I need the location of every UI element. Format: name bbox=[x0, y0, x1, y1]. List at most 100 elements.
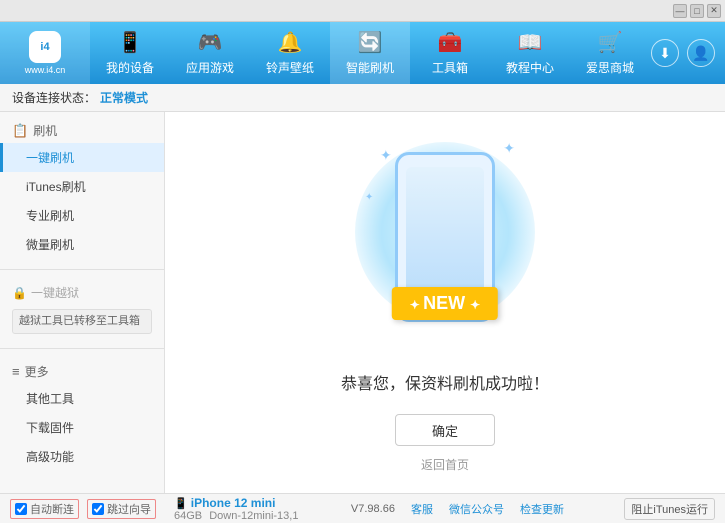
sidebar-section-more: ≡ 更多 其他工具 下载固件 高级功能 bbox=[0, 353, 164, 477]
auto-close-label: 自动断连 bbox=[30, 501, 74, 517]
device-storage: 64GB bbox=[174, 510, 202, 522]
device-firmware: Down-12mini-13,1 bbox=[209, 510, 298, 522]
device-icon: 📱 bbox=[174, 498, 188, 510]
bottom-bar: 自动断连 跳过向导 📱 iPhone 12 mini 64GB Down-12m… bbox=[0, 493, 725, 523]
flash-section-icon: 📋 bbox=[12, 123, 28, 139]
status-label: 设备连接状态： bbox=[12, 89, 96, 106]
toolbox-icon: 🧰 bbox=[438, 30, 463, 55]
header: i4 www.i4.cn 📱 我的设备 🎮 应用游戏 🔔 铃声壁纸 🔄 智能刷机… bbox=[0, 22, 725, 84]
skip-wizard-checkbox[interactable] bbox=[92, 503, 104, 515]
sparkle-1: ✦ bbox=[380, 147, 392, 164]
version-label: V7.98.66 bbox=[351, 503, 395, 515]
my-device-icon: 📱 bbox=[118, 30, 143, 55]
more-section-icon: ≡ bbox=[12, 364, 20, 379]
sidebar-item-advanced[interactable]: 高级功能 bbox=[0, 442, 164, 471]
auto-close-checkbox-container[interactable]: 自动断连 bbox=[10, 499, 79, 519]
sparkle-2: ✦ bbox=[503, 140, 515, 157]
more-section-label: 更多 bbox=[25, 363, 49, 380]
itunes-flash-label: iTunes刷机 bbox=[26, 180, 86, 194]
success-illustration: ✦ ✦ ✦ NEW bbox=[345, 132, 545, 350]
shop-icon: 🛒 bbox=[598, 30, 623, 55]
nav-my-device-label: 我的设备 bbox=[106, 59, 154, 76]
nav-smart-flash-label: 智能刷机 bbox=[346, 59, 394, 76]
sidebar-section-jailbreak: 🔒 一键越狱 越狱工具已转移至工具箱 bbox=[0, 274, 164, 344]
jailbreak-label: 一键越狱 bbox=[31, 284, 79, 301]
download-firmware-label: 下载固件 bbox=[26, 421, 74, 435]
nav-ringtone-label: 铃声壁纸 bbox=[266, 59, 314, 76]
sidebar-item-pro-flash[interactable]: 专业刷机 bbox=[0, 201, 164, 230]
nav-smart-flash[interactable]: 🔄 智能刷机 bbox=[330, 22, 410, 84]
confirm-button-label: 确定 bbox=[432, 421, 458, 440]
stop-itunes-label: 阻止iTunes运行 bbox=[631, 504, 708, 516]
bottom-right: V7.98.66 客服 微信公众号 检查更新 bbox=[351, 501, 564, 517]
new-badge-text: NEW bbox=[423, 293, 465, 313]
stop-itunes-button[interactable]: 阻止iTunes运行 bbox=[624, 498, 715, 520]
main-layout: 📋 刷机 一键刷机 iTunes刷机 专业刷机 微量刷机 🔒 一键越狱 bbox=[0, 112, 725, 493]
sidebar-item-one-key-flash[interactable]: 一键刷机 bbox=[0, 143, 164, 172]
nav-shop[interactable]: 🛒 爱思商城 bbox=[570, 22, 650, 84]
nav-app-games-label: 应用游戏 bbox=[186, 59, 234, 76]
confirm-button[interactable]: 确定 bbox=[395, 414, 495, 446]
sidebar-divider-2 bbox=[0, 348, 164, 349]
sparkle-3: ✦ bbox=[365, 192, 373, 203]
account-button[interactable]: 👤 bbox=[687, 39, 715, 67]
skip-wizard-label: 跳过向导 bbox=[107, 501, 151, 517]
sidebar-locked-jailbreak: 🔒 一键越狱 bbox=[0, 280, 164, 305]
app-games-icon: 🎮 bbox=[198, 30, 223, 55]
nav-toolbox-label: 工具箱 bbox=[432, 59, 468, 76]
sidebar-section-title-flash: 📋 刷机 bbox=[0, 118, 164, 143]
logo[interactable]: i4 www.i4.cn bbox=[0, 22, 90, 84]
nav-right: ⬇ 👤 bbox=[651, 39, 725, 67]
logo-icon: i4 bbox=[29, 31, 61, 63]
pro-flash-label: 专业刷机 bbox=[26, 209, 74, 223]
device-info: 📱 iPhone 12 mini 64GB Down-12mini-13,1 bbox=[174, 496, 298, 522]
nav-ringtone[interactable]: 🔔 铃声壁纸 bbox=[250, 22, 330, 84]
status-value: 正常模式 bbox=[100, 89, 148, 106]
customer-service-link[interactable]: 客服 bbox=[411, 501, 433, 517]
title-bar: — □ ✕ bbox=[0, 0, 725, 22]
jailbreak-notice-text: 越狱工具已转移至工具箱 bbox=[19, 315, 140, 327]
sidebar: 📋 刷机 一键刷机 iTunes刷机 专业刷机 微量刷机 🔒 一键越狱 bbox=[0, 112, 165, 493]
micro-flash-label: 微量刷机 bbox=[26, 238, 74, 252]
nav-toolbox[interactable]: 🧰 工具箱 bbox=[410, 22, 490, 84]
other-tools-label: 其他工具 bbox=[26, 392, 74, 406]
wechat-link[interactable]: 微信公众号 bbox=[449, 501, 504, 517]
nav-items: 📱 我的设备 🎮 应用游戏 🔔 铃声壁纸 🔄 智能刷机 🧰 工具箱 📖 教程中心… bbox=[90, 22, 651, 84]
close-button[interactable]: ✕ bbox=[707, 4, 721, 18]
check-update-link[interactable]: 检查更新 bbox=[520, 501, 564, 517]
jailbreak-notice: 越狱工具已转移至工具箱 bbox=[12, 309, 152, 334]
flash-section-label: 刷机 bbox=[33, 122, 57, 139]
sidebar-item-micro-flash[interactable]: 微量刷机 bbox=[0, 230, 164, 259]
advanced-label: 高级功能 bbox=[26, 450, 74, 464]
new-badge: NEW bbox=[392, 287, 498, 320]
logo-website: www.i4.cn bbox=[25, 65, 66, 75]
maximize-button[interactable]: □ bbox=[690, 4, 704, 18]
auto-close-checkbox[interactable] bbox=[15, 503, 27, 515]
nav-tutorial-label: 教程中心 bbox=[506, 59, 554, 76]
skip-wizard-checkbox-container[interactable]: 跳过向导 bbox=[87, 499, 156, 519]
sidebar-section-title-more: ≡ 更多 bbox=[0, 359, 164, 384]
sidebar-item-itunes-flash[interactable]: iTunes刷机 bbox=[0, 172, 164, 201]
tutorial-icon: 📖 bbox=[518, 30, 543, 55]
download-button[interactable]: ⬇ bbox=[651, 39, 679, 67]
sidebar-divider-1 bbox=[0, 269, 164, 270]
sidebar-section-flash: 📋 刷机 一键刷机 iTunes刷机 专业刷机 微量刷机 bbox=[0, 112, 164, 265]
minimize-button[interactable]: — bbox=[673, 4, 687, 18]
nav-my-device[interactable]: 📱 我的设备 bbox=[90, 22, 170, 84]
nav-shop-label: 爱思商城 bbox=[586, 59, 634, 76]
smart-flash-icon: 🔄 bbox=[358, 30, 383, 55]
nav-app-games[interactable]: 🎮 应用游戏 bbox=[170, 22, 250, 84]
content-area: ✦ ✦ ✦ NEW 恭喜您，保资料刷机成功啦！ 确定 返回首页 bbox=[165, 112, 725, 493]
status-bar: 设备连接状态： 正常模式 bbox=[0, 84, 725, 112]
ringtone-icon: 🔔 bbox=[278, 30, 303, 55]
lock-icon: 🔒 bbox=[12, 286, 27, 300]
phone-screen bbox=[406, 167, 484, 297]
nav-tutorial[interactable]: 📖 教程中心 bbox=[490, 22, 570, 84]
sidebar-item-other-tools[interactable]: 其他工具 bbox=[0, 384, 164, 413]
success-text: 恭喜您，保资料刷机成功啦！ bbox=[341, 370, 549, 394]
bottom-left: 自动断连 跳过向导 📱 iPhone 12 mini 64GB Down-12m… bbox=[10, 496, 298, 522]
again-link[interactable]: 返回首页 bbox=[421, 456, 469, 473]
one-key-flash-label: 一键刷机 bbox=[26, 151, 74, 165]
device-name: iPhone 12 mini bbox=[191, 496, 276, 510]
sidebar-item-download-firmware[interactable]: 下载固件 bbox=[0, 413, 164, 442]
